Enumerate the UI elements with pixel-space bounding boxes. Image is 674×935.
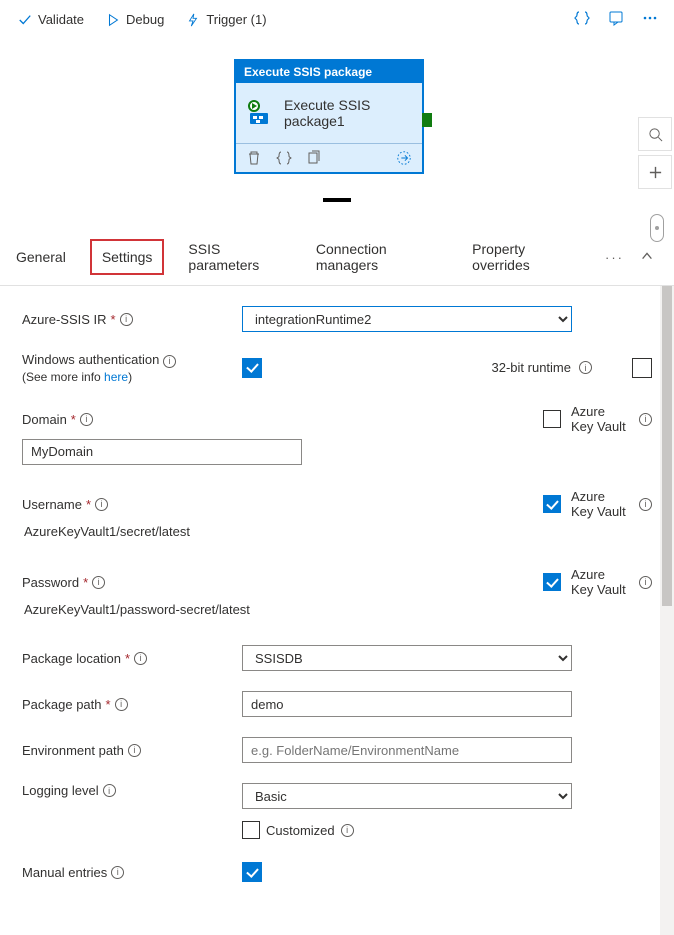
required-asterisk: * — [125, 651, 130, 666]
info-icon[interactable]: i — [115, 698, 128, 711]
info-icon[interactable]: i — [92, 576, 105, 589]
validate-button[interactable]: Validate — [10, 8, 92, 31]
ssis-package-icon — [246, 99, 274, 127]
required-asterisk: * — [83, 575, 88, 590]
info-icon[interactable]: i — [639, 498, 652, 511]
tabs-ellipsis[interactable]: ··· — [605, 250, 624, 265]
info-icon[interactable]: i — [80, 413, 93, 426]
runtime-32bit-label: 32-bit runtime — [492, 360, 571, 375]
username-label: Username — [22, 497, 82, 512]
info-icon[interactable]: i — [163, 355, 176, 368]
ellipsis-icon — [642, 10, 658, 26]
property-tabs: General Settings SSIS parameters Connect… — [0, 229, 674, 286]
password-secret-path: AzureKeyVault1/password-secret/latest — [22, 598, 652, 621]
ellipsis-button[interactable] — [636, 6, 664, 33]
info-icon[interactable]: i — [341, 824, 354, 837]
feedback-button[interactable] — [602, 6, 630, 33]
info-icon[interactable]: i — [95, 498, 108, 511]
tab-general[interactable]: General — [14, 237, 68, 277]
delete-icon[interactable] — [246, 150, 262, 166]
win-auth-hint-link[interactable]: here — [104, 370, 128, 384]
trigger-button[interactable]: Trigger (1) — [178, 8, 274, 31]
info-icon[interactable]: i — [111, 866, 124, 879]
username-akv-label: Azure Key Vault — [571, 489, 629, 520]
tab-settings[interactable]: Settings — [90, 239, 165, 275]
forward-icon[interactable] — [396, 150, 412, 166]
package-location-label: Package location — [22, 651, 121, 666]
package-path-label: Package path — [22, 697, 102, 712]
check-icon — [18, 13, 32, 27]
domain-akv-label: Azure Key Vault — [571, 404, 629, 435]
search-icon — [648, 127, 663, 142]
debug-label: Debug — [126, 12, 164, 27]
manual-entries-checkbox[interactable] — [242, 862, 262, 882]
required-asterisk: * — [111, 312, 116, 327]
lightning-icon — [186, 13, 200, 27]
toolbar: Validate Debug Trigger (1) — [0, 0, 674, 39]
username-secret-path: AzureKeyVault1/secret/latest — [22, 520, 652, 543]
play-icon — [106, 13, 120, 27]
runtime-32bit-checkbox[interactable] — [632, 358, 652, 378]
plus-icon — [648, 165, 663, 180]
windows-auth-checkbox[interactable] — [242, 358, 262, 378]
info-icon[interactable]: i — [579, 361, 592, 374]
info-icon[interactable]: i — [639, 413, 652, 426]
customized-checkbox[interactable] — [242, 821, 260, 839]
validate-label: Validate — [38, 12, 84, 27]
azure-ssis-ir-label: Azure-SSIS IR — [22, 312, 107, 327]
scrollbar[interactable] — [660, 286, 674, 935]
activity-body: Execute SSIS package1 — [236, 83, 422, 143]
required-asterisk: * — [86, 497, 91, 512]
password-akv-checkbox[interactable] — [543, 573, 561, 591]
trigger-label: Trigger (1) — [206, 12, 266, 27]
collapse-panel-button[interactable] — [634, 243, 660, 272]
activity-type-header: Execute SSIS package — [236, 61, 422, 83]
win-auth-hint-pre: (See more info — [22, 370, 104, 384]
windows-auth-label: Windows authentication — [22, 352, 159, 367]
environment-path-input[interactable] — [242, 737, 572, 763]
braces-icon[interactable] — [276, 150, 292, 166]
azure-ssis-ir-select[interactable]: integrationRuntime2 — [242, 306, 572, 332]
required-asterisk: * — [71, 412, 76, 427]
environment-path-label: Environment path — [22, 743, 124, 758]
info-icon[interactable]: i — [120, 313, 133, 326]
add-fab[interactable] — [638, 155, 672, 189]
debug-button[interactable]: Debug — [98, 8, 172, 31]
activity-footer — [236, 143, 422, 172]
braces-icon — [574, 10, 590, 26]
required-asterisk: * — [106, 697, 111, 712]
settings-panel: Azure-SSIS IR * i integrationRuntime2 Wi… — [0, 286, 674, 935]
scrollbar-thumb[interactable] — [662, 286, 672, 606]
win-auth-hint-post: ) — [128, 370, 132, 384]
tab-property-overrides[interactable]: Property overrides — [470, 229, 583, 285]
activity-success-handle[interactable] — [422, 113, 432, 127]
password-akv-label: Azure Key Vault — [571, 567, 629, 598]
manual-entries-label: Manual entries — [22, 865, 107, 880]
activity-card[interactable]: Execute SSIS package Execute SSIS packag… — [234, 59, 424, 174]
chevron-up-icon — [640, 249, 654, 263]
tab-connection-managers[interactable]: Connection managers — [314, 229, 448, 285]
tab-ssis-parameters[interactable]: SSIS parameters — [186, 229, 291, 285]
username-akv-checkbox[interactable] — [543, 495, 561, 513]
activity-name: Execute SSIS package1 — [284, 97, 412, 129]
password-label: Password — [22, 575, 79, 590]
copy-icon[interactable] — [306, 150, 322, 166]
logging-level-select[interactable]: Basic — [242, 783, 572, 809]
package-path-input[interactable] — [242, 691, 572, 717]
customized-label: Customized — [266, 823, 335, 838]
domain-label: Domain — [22, 412, 67, 427]
domain-akv-checkbox[interactable] — [543, 410, 561, 428]
info-icon[interactable]: i — [103, 784, 116, 797]
info-icon[interactable]: i — [128, 744, 141, 757]
search-fab[interactable] — [638, 117, 672, 151]
domain-input[interactable] — [22, 439, 302, 465]
code-braces-button[interactable] — [568, 6, 596, 33]
info-icon[interactable]: i — [134, 652, 147, 665]
drag-handle[interactable] — [323, 198, 351, 202]
info-icon[interactable]: i — [639, 576, 652, 589]
package-location-select[interactable]: SSISDB — [242, 645, 572, 671]
logging-level-label: Logging level — [22, 783, 99, 798]
feedback-icon — [608, 10, 624, 26]
